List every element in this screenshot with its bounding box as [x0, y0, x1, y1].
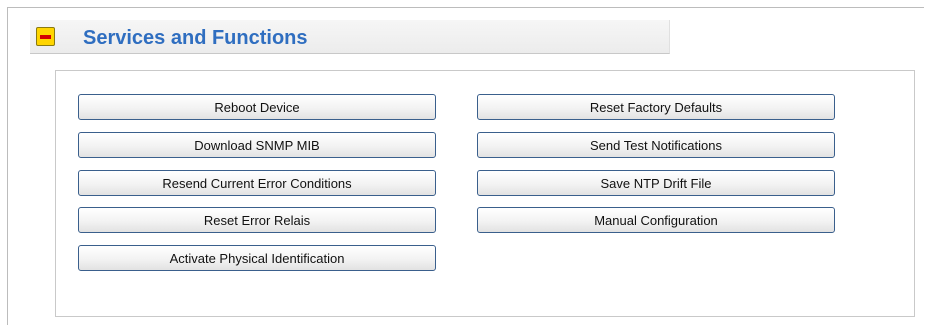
save-ntp-drift-file-button[interactable]: Save NTP Drift File [477, 170, 835, 196]
download-snmp-mib-button[interactable]: Download SNMP MIB [78, 132, 436, 158]
resend-error-conditions-button[interactable]: Resend Current Error Conditions [78, 170, 436, 196]
collapse-section-button[interactable] [36, 27, 55, 46]
activate-physical-identification-button[interactable]: Activate Physical Identification [78, 245, 436, 271]
reset-factory-defaults-button[interactable]: Reset Factory Defaults [477, 94, 835, 120]
reboot-device-button[interactable]: Reboot Device [78, 94, 436, 120]
minus-icon [40, 35, 51, 39]
manual-configuration-button[interactable]: Manual Configuration [477, 207, 835, 233]
reset-error-relais-button[interactable]: Reset Error Relais [78, 207, 436, 233]
section-title: Services and Functions [83, 27, 308, 49]
send-test-notifications-button[interactable]: Send Test Notifications [477, 132, 835, 158]
